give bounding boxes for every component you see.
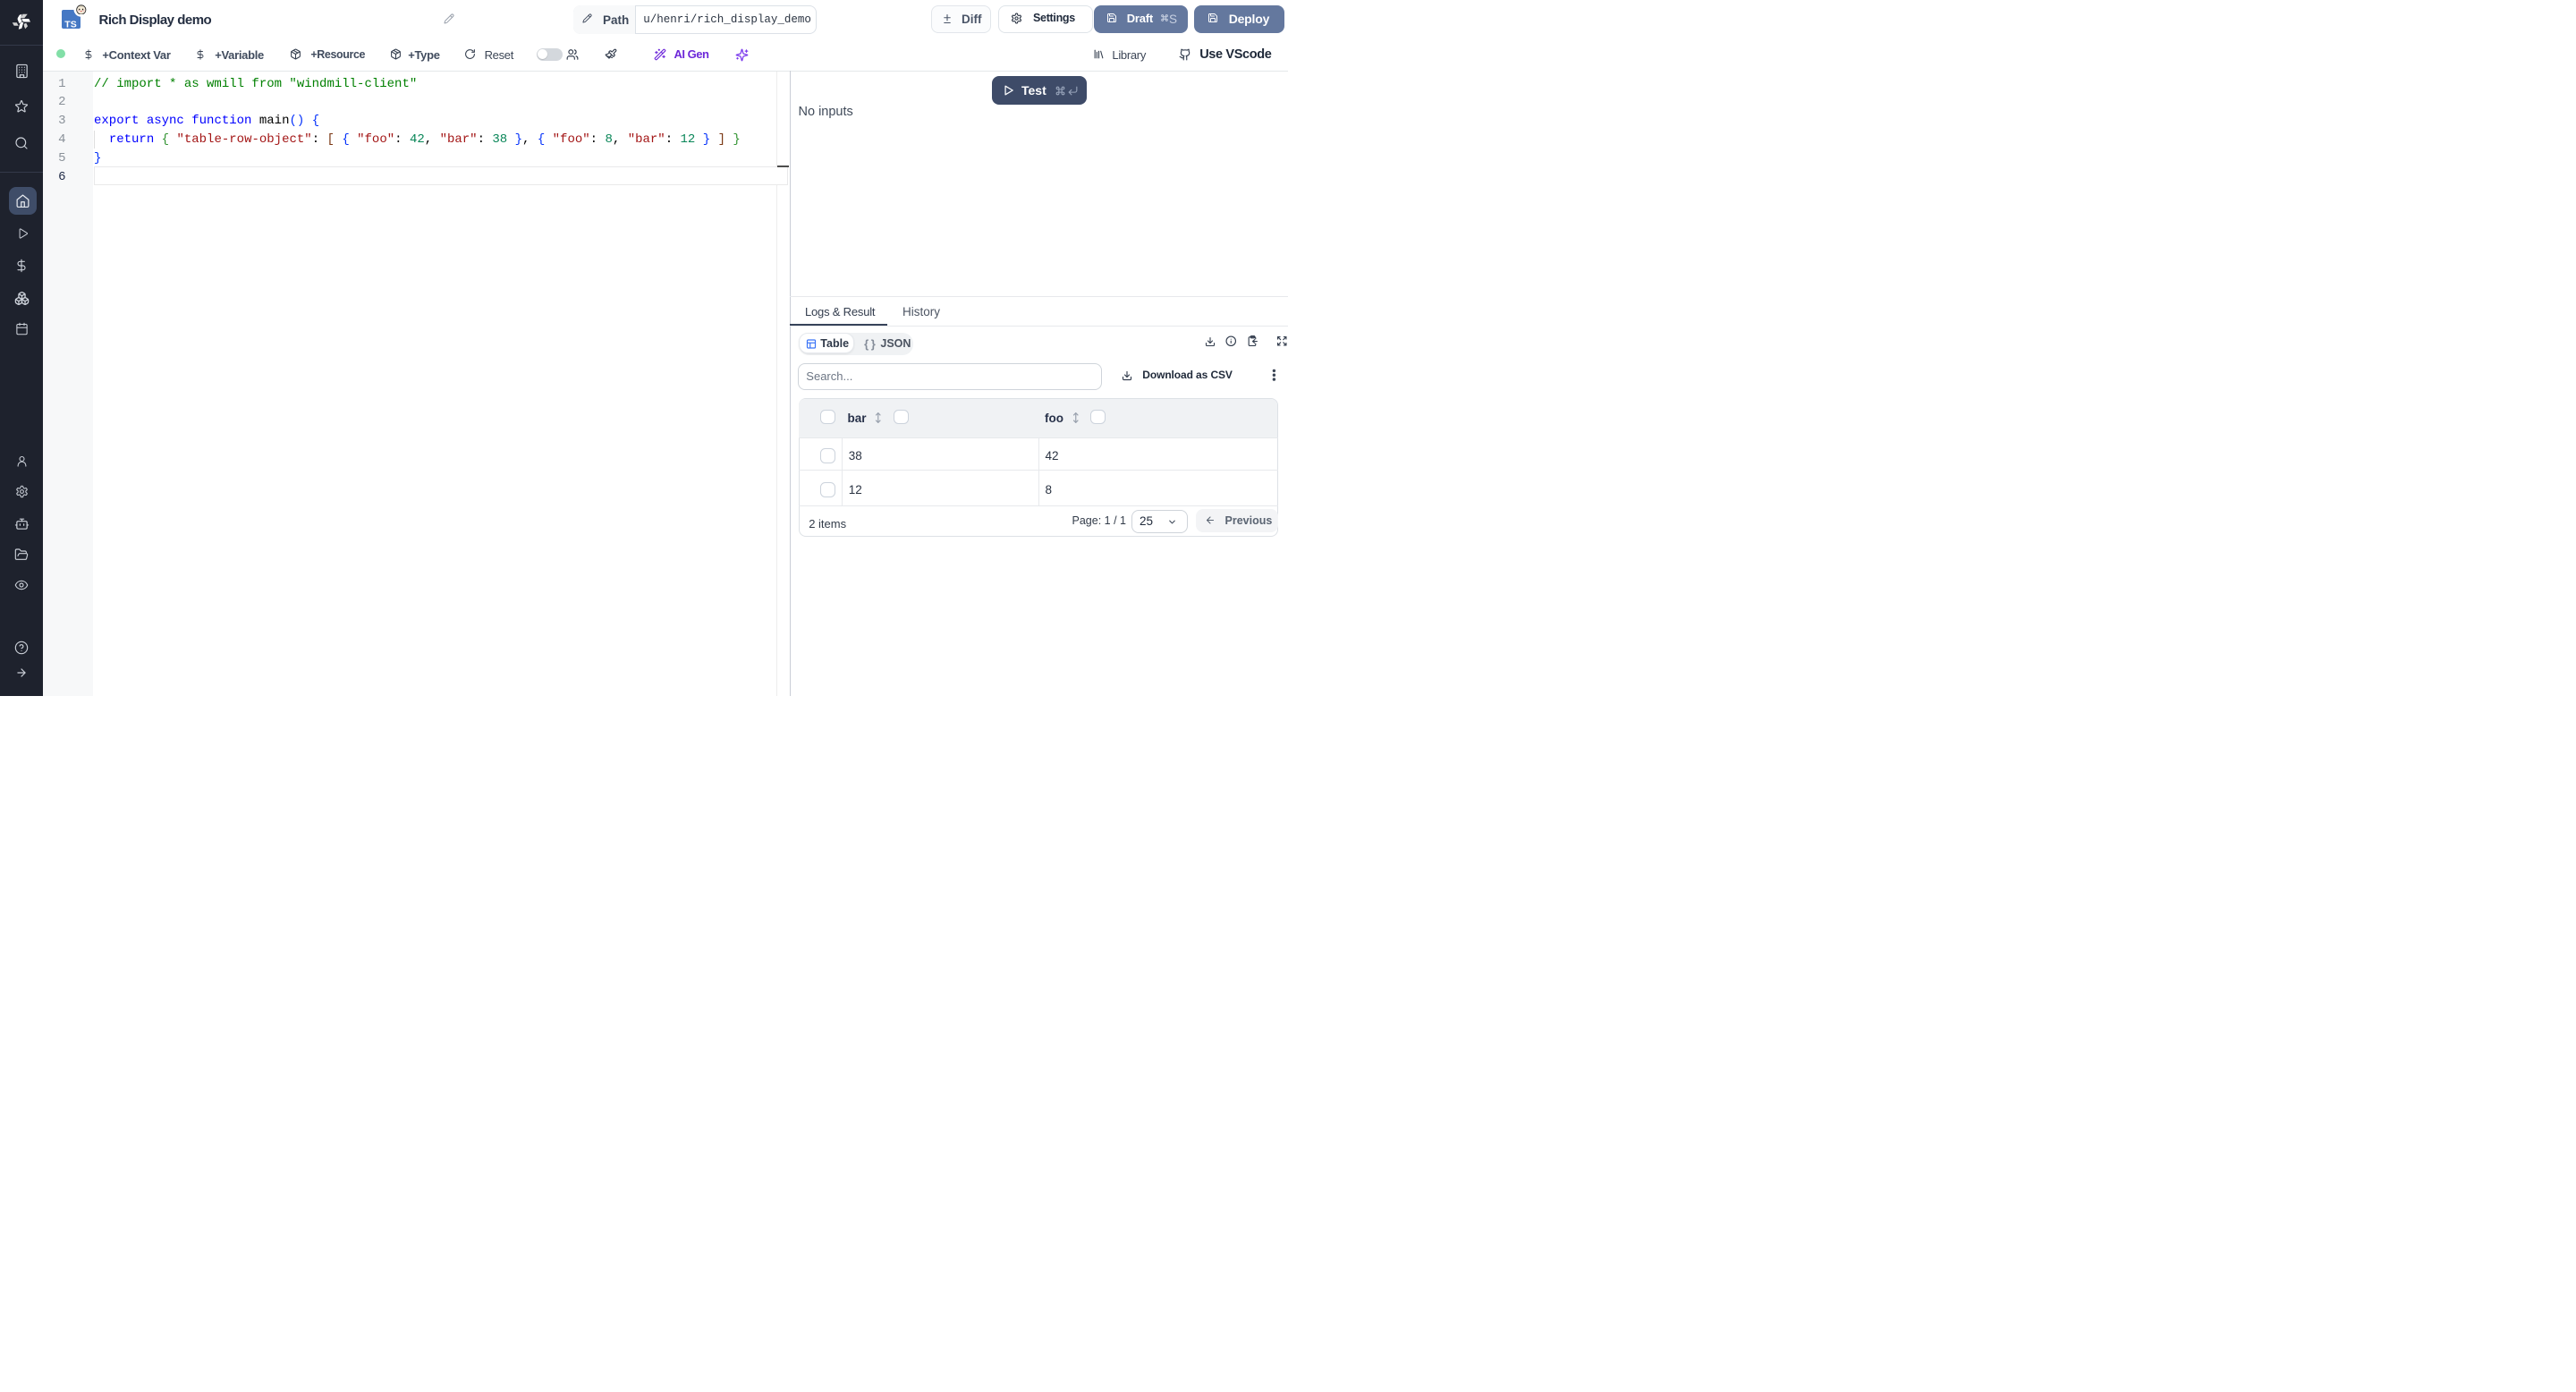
svg-text:TS: TS [64, 19, 76, 29]
